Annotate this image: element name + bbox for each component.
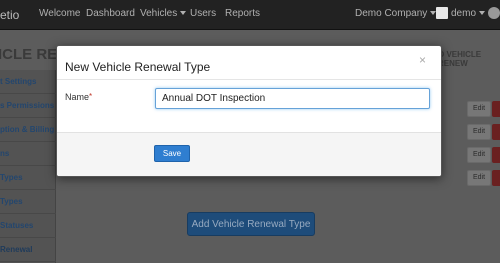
gear-icon[interactable] — [488, 7, 500, 19]
delete-button[interactable] — [492, 101, 500, 117]
sidebar-item-types-2[interactable]: Types — [0, 190, 56, 214]
delete-button[interactable] — [492, 124, 500, 140]
edit-button[interactable]: Edit — [467, 124, 491, 140]
name-input[interactable] — [155, 88, 430, 109]
sidebar-item-ns[interactable]: ns — [0, 142, 56, 166]
sidebar-item-account-settings[interactable]: t Settings — [0, 70, 56, 94]
edit-button[interactable]: Edit — [467, 147, 491, 163]
top-navbar: etio Welcome Dashboard Vehicles Users Re… — [0, 0, 500, 30]
company-menu[interactable]: Demo Company — [355, 8, 437, 19]
chevron-down-icon — [479, 11, 486, 16]
sidebar-item-types-1[interactable]: Types — [0, 166, 56, 190]
nav-vehicles[interactable]: Vehicles — [140, 8, 187, 19]
user-menu[interactable]: demo — [451, 8, 486, 19]
sidebar-item-statuses[interactable]: Statuses — [0, 214, 56, 238]
delete-button[interactable] — [492, 147, 500, 163]
company-name: Demo Company — [355, 8, 428, 19]
close-icon[interactable]: × — [419, 53, 426, 67]
table-header-text: O VEHICLE RENEW — [438, 50, 482, 68]
user-name: demo — [451, 8, 477, 19]
nav-dashboard[interactable]: Dashboard — [86, 8, 135, 19]
edit-button[interactable]: Edit — [467, 170, 491, 186]
modal-footer: Save — [57, 132, 441, 176]
nav-welcome[interactable]: Welcome — [39, 8, 81, 19]
avatar — [436, 7, 448, 19]
settings-sidebar: t Settings s Permissions ption & Billing… — [0, 70, 56, 263]
nav-reports[interactable]: Reports — [225, 8, 260, 19]
save-button[interactable]: Save — [154, 145, 190, 162]
new-renewal-type-modal: New Vehicle Renewal Type × Name* Save — [56, 45, 442, 177]
edit-button[interactable]: Edit — [467, 101, 491, 117]
brand-logo[interactable]: etio — [0, 8, 19, 22]
modal-divider — [57, 79, 441, 80]
name-label: Name* — [65, 92, 92, 102]
required-marker: * — [89, 92, 93, 101]
delete-button[interactable] — [492, 170, 500, 186]
chevron-down-icon — [180, 11, 187, 16]
nav-vehicles-label: Vehicles — [140, 8, 178, 19]
add-vehicle-renewal-type-button[interactable]: Add Vehicle Renewal Type — [187, 212, 315, 236]
sidebar-item-subscription-billing[interactable]: ption & Billing — [0, 118, 56, 142]
name-label-text: Name — [65, 92, 90, 102]
nav-users[interactable]: Users — [190, 8, 216, 19]
sidebar-item-permissions[interactable]: s Permissions — [0, 94, 56, 118]
sidebar-item-renewal-types[interactable]: Renewal Types — [0, 238, 56, 262]
modal-title: New Vehicle Renewal Type — [65, 60, 211, 74]
